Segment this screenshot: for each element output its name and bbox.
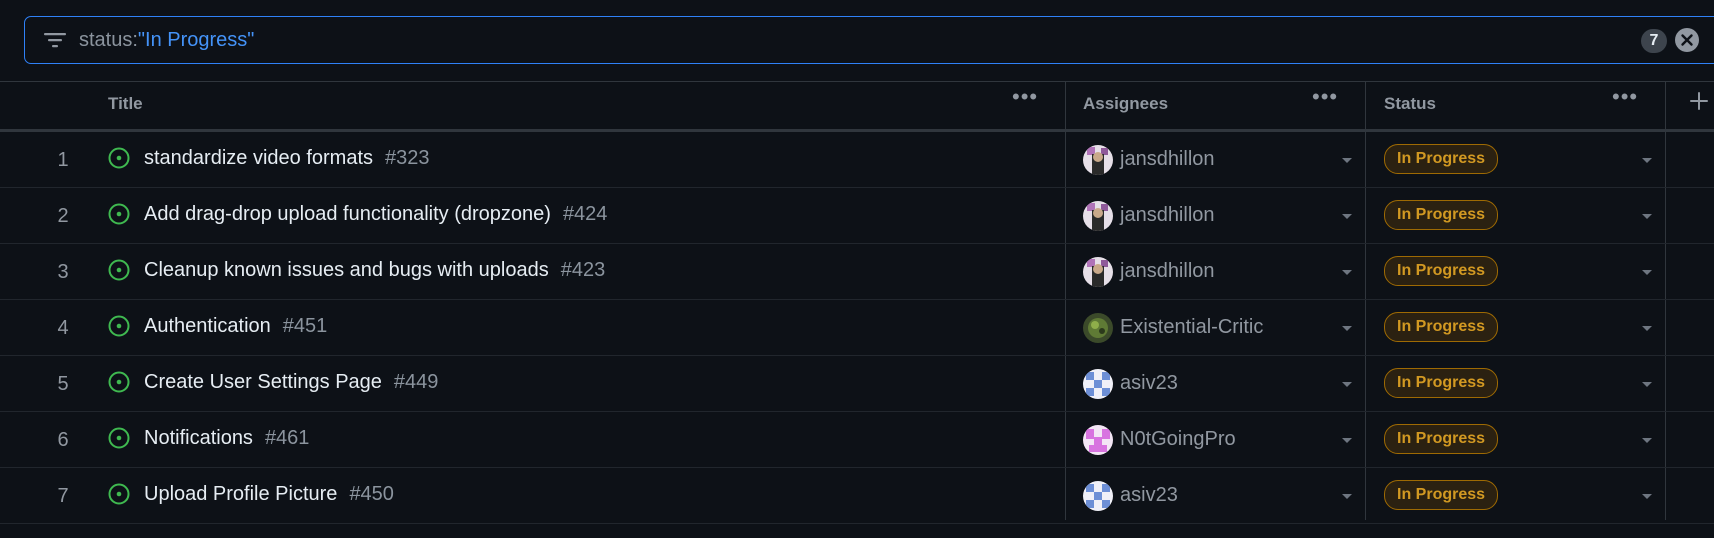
caret-down-icon[interactable]: [1342, 382, 1352, 387]
row-number: 6: [57, 429, 69, 451]
caret-down-icon[interactable]: [1642, 214, 1652, 219]
issue-open-icon: [108, 483, 130, 505]
avatar: [1083, 425, 1113, 455]
caret-down-icon[interactable]: [1642, 270, 1652, 275]
issue-title-link[interactable]: Upload Profile Picture: [144, 483, 337, 505]
table-header: Title ••• Assignees ••• Status •••: [0, 82, 1714, 129]
assignee-name[interactable]: jansdhillon: [1120, 204, 1215, 227]
issue-title-cell: Authentication #451: [144, 315, 327, 338]
issue-number: #451: [282, 315, 328, 337]
assignee-name[interactable]: asiv23: [1120, 484, 1178, 507]
status-badge[interactable]: In Progress: [1384, 312, 1499, 342]
row-number: 1: [57, 149, 69, 171]
row-number: 7: [57, 485, 69, 507]
avatar: [1083, 201, 1113, 231]
column-menu-status[interactable]: •••: [1612, 84, 1638, 110]
caret-down-icon[interactable]: [1342, 270, 1352, 275]
issue-title-cell: standardize video formats #323: [144, 147, 430, 170]
assignee-name[interactable]: jansdhillon: [1120, 260, 1215, 283]
column-menu-assignees[interactable]: •••: [1312, 84, 1338, 110]
issue-title-link[interactable]: Add drag-drop upload functionality (drop…: [144, 203, 551, 225]
filter-value: "In Progress": [137, 29, 255, 51]
table-row[interactable]: 1 standardize video formats #323 jansdhil…: [0, 132, 1714, 188]
column-header-assignees[interactable]: Assignees: [1083, 94, 1168, 114]
caret-down-icon[interactable]: [1342, 158, 1352, 163]
issue-number: #449: [393, 371, 439, 393]
issue-open-icon: [108, 259, 130, 281]
assignee-name[interactable]: Existential-Critic: [1120, 316, 1263, 339]
caret-down-icon[interactable]: [1642, 158, 1652, 163]
result-count-badge: 7: [1641, 29, 1667, 53]
row-number: 3: [57, 261, 69, 283]
issue-open-icon: [108, 371, 130, 393]
issue-open-icon: [108, 427, 130, 449]
avatar: [1083, 257, 1113, 287]
row-number: 4: [57, 317, 69, 339]
clear-filter-button[interactable]: [1675, 28, 1699, 52]
issue-title-cell: Add drag-drop upload functionality (drop…: [144, 203, 607, 226]
issue-number: #423: [560, 259, 606, 281]
status-badge[interactable]: In Progress: [1384, 368, 1499, 398]
issue-number: #323: [385, 147, 430, 169]
avatar: [1083, 313, 1113, 343]
assignee-name[interactable]: asiv23: [1120, 372, 1178, 395]
row-number: 5: [57, 373, 69, 395]
issue-number: #450: [349, 483, 394, 505]
filter-icon: [44, 33, 66, 48]
caret-down-icon[interactable]: [1642, 326, 1652, 331]
issue-title-cell: Upload Profile Picture #450: [144, 483, 394, 506]
add-column-plus-icon[interactable]: [1690, 92, 1708, 110]
issue-open-icon: [108, 147, 130, 169]
issue-title-link[interactable]: Create User Settings Page: [144, 371, 382, 393]
table-row[interactable]: 6 Notifications #461 N0tGoingPro In Progr…: [0, 412, 1714, 468]
caret-down-icon[interactable]: [1642, 438, 1652, 443]
table-row[interactable]: 3 Cleanup known issues and bugs with upl…: [0, 244, 1714, 300]
issue-title-cell: Notifications #461: [144, 427, 309, 450]
issue-title-link[interactable]: Cleanup known issues and bugs with uploa…: [144, 259, 549, 281]
issue-open-icon: [108, 315, 130, 337]
filter-bar[interactable]: status:"In Progress" 7: [24, 16, 1714, 64]
caret-down-icon[interactable]: [1342, 214, 1352, 219]
assignee-name[interactable]: jansdhillon: [1120, 148, 1215, 171]
caret-down-icon[interactable]: [1342, 438, 1352, 443]
filter-key: status:: [79, 29, 138, 51]
issue-title-cell: Create User Settings Page #449: [144, 371, 438, 394]
issue-number: #424: [562, 203, 608, 225]
table-row[interactable]: 4 Authentication #451 Existential-Critic …: [0, 300, 1714, 356]
status-badge[interactable]: In Progress: [1384, 480, 1499, 510]
project-table-view: status:"In Progress" 7 Title ••• Assigne…: [0, 0, 1714, 538]
issue-title-cell: Cleanup known issues and bugs with uploa…: [144, 259, 605, 282]
issue-title-link[interactable]: Notifications: [144, 427, 253, 449]
status-badge[interactable]: In Progress: [1384, 200, 1499, 230]
table-body: 1 standardize video formats #323 jansdhil…: [0, 132, 1714, 524]
filter-query[interactable]: status:"In Progress": [79, 29, 254, 51]
table-row[interactable]: 5 Create User Settings Page #449 asiv23 I…: [0, 356, 1714, 412]
table-row[interactable]: 7 Upload Profile Picture #450 asiv23 In P…: [0, 468, 1714, 524]
issue-title-link[interactable]: standardize video formats: [144, 147, 373, 169]
avatar: [1083, 481, 1113, 511]
avatar: [1083, 145, 1113, 175]
caret-down-icon[interactable]: [1642, 494, 1652, 499]
caret-down-icon[interactable]: [1342, 326, 1352, 331]
caret-down-icon[interactable]: [1342, 494, 1352, 499]
table-row[interactable]: 2 Add drag-drop upload functionality (dr…: [0, 188, 1714, 244]
assignee-name[interactable]: N0tGoingPro: [1120, 428, 1236, 451]
status-badge[interactable]: In Progress: [1384, 256, 1499, 286]
status-badge[interactable]: In Progress: [1384, 424, 1499, 454]
column-header-status[interactable]: Status: [1384, 94, 1436, 114]
issue-number: #461: [264, 427, 310, 449]
caret-down-icon[interactable]: [1642, 382, 1652, 387]
column-header-title[interactable]: Title: [108, 94, 143, 114]
issue-title-link[interactable]: Authentication: [144, 315, 271, 337]
row-number: 2: [57, 205, 69, 227]
column-menu-title[interactable]: •••: [1012, 84, 1038, 110]
close-icon: [1681, 34, 1693, 46]
issue-open-icon: [108, 203, 130, 225]
avatar: [1083, 369, 1113, 399]
status-badge[interactable]: In Progress: [1384, 144, 1499, 174]
